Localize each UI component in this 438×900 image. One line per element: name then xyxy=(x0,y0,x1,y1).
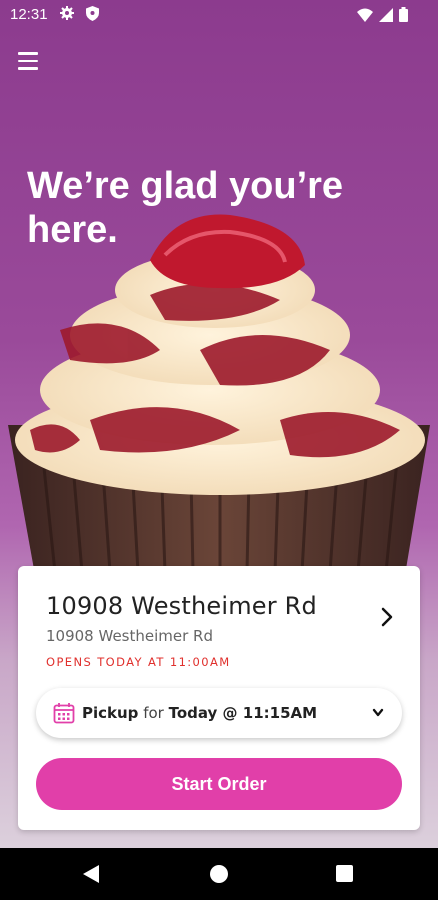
store-address: 10908 Westheimer Rd xyxy=(46,627,213,645)
store-name[interactable]: 10908 Westheimer Rd xyxy=(46,592,317,620)
pickup-time-selector[interactable]: Pickup for Today @ 11:15AM xyxy=(36,688,402,738)
signal-icon xyxy=(379,7,393,22)
hamburger-icon[interactable] xyxy=(18,52,38,70)
chevron-right-icon[interactable] xyxy=(378,606,396,628)
wifi-icon xyxy=(357,8,373,22)
shield-icon xyxy=(86,6,99,21)
home-icon[interactable] xyxy=(210,865,228,883)
recents-icon[interactable] xyxy=(336,865,353,882)
pickup-time: Today @ 11:15AM xyxy=(168,704,318,722)
store-hours: OPENS TODAY AT 11:00AM xyxy=(46,655,231,669)
battery-icon xyxy=(399,7,408,22)
status-time: 12:31 xyxy=(10,6,48,23)
status-bar: 12:31 xyxy=(0,0,438,30)
store-card: 10908 Westheimer Rd 10908 Westheimer Rd … xyxy=(18,566,420,830)
pickup-method: Pickup xyxy=(82,704,139,722)
back-icon[interactable] xyxy=(82,864,100,884)
page-headline: We’re glad you’re here. xyxy=(27,165,344,251)
system-nav-bar xyxy=(0,848,438,900)
cupcake-image xyxy=(8,214,430,575)
calendar-icon xyxy=(53,703,75,724)
pickup-summary: Pickup for Today @ 11:15AM xyxy=(82,704,317,722)
start-order-button[interactable]: Start Order xyxy=(36,758,402,810)
status-icons xyxy=(357,7,408,22)
chevron-down-icon xyxy=(372,708,384,717)
gear-icon xyxy=(60,6,74,20)
pickup-connector: for xyxy=(143,704,164,722)
